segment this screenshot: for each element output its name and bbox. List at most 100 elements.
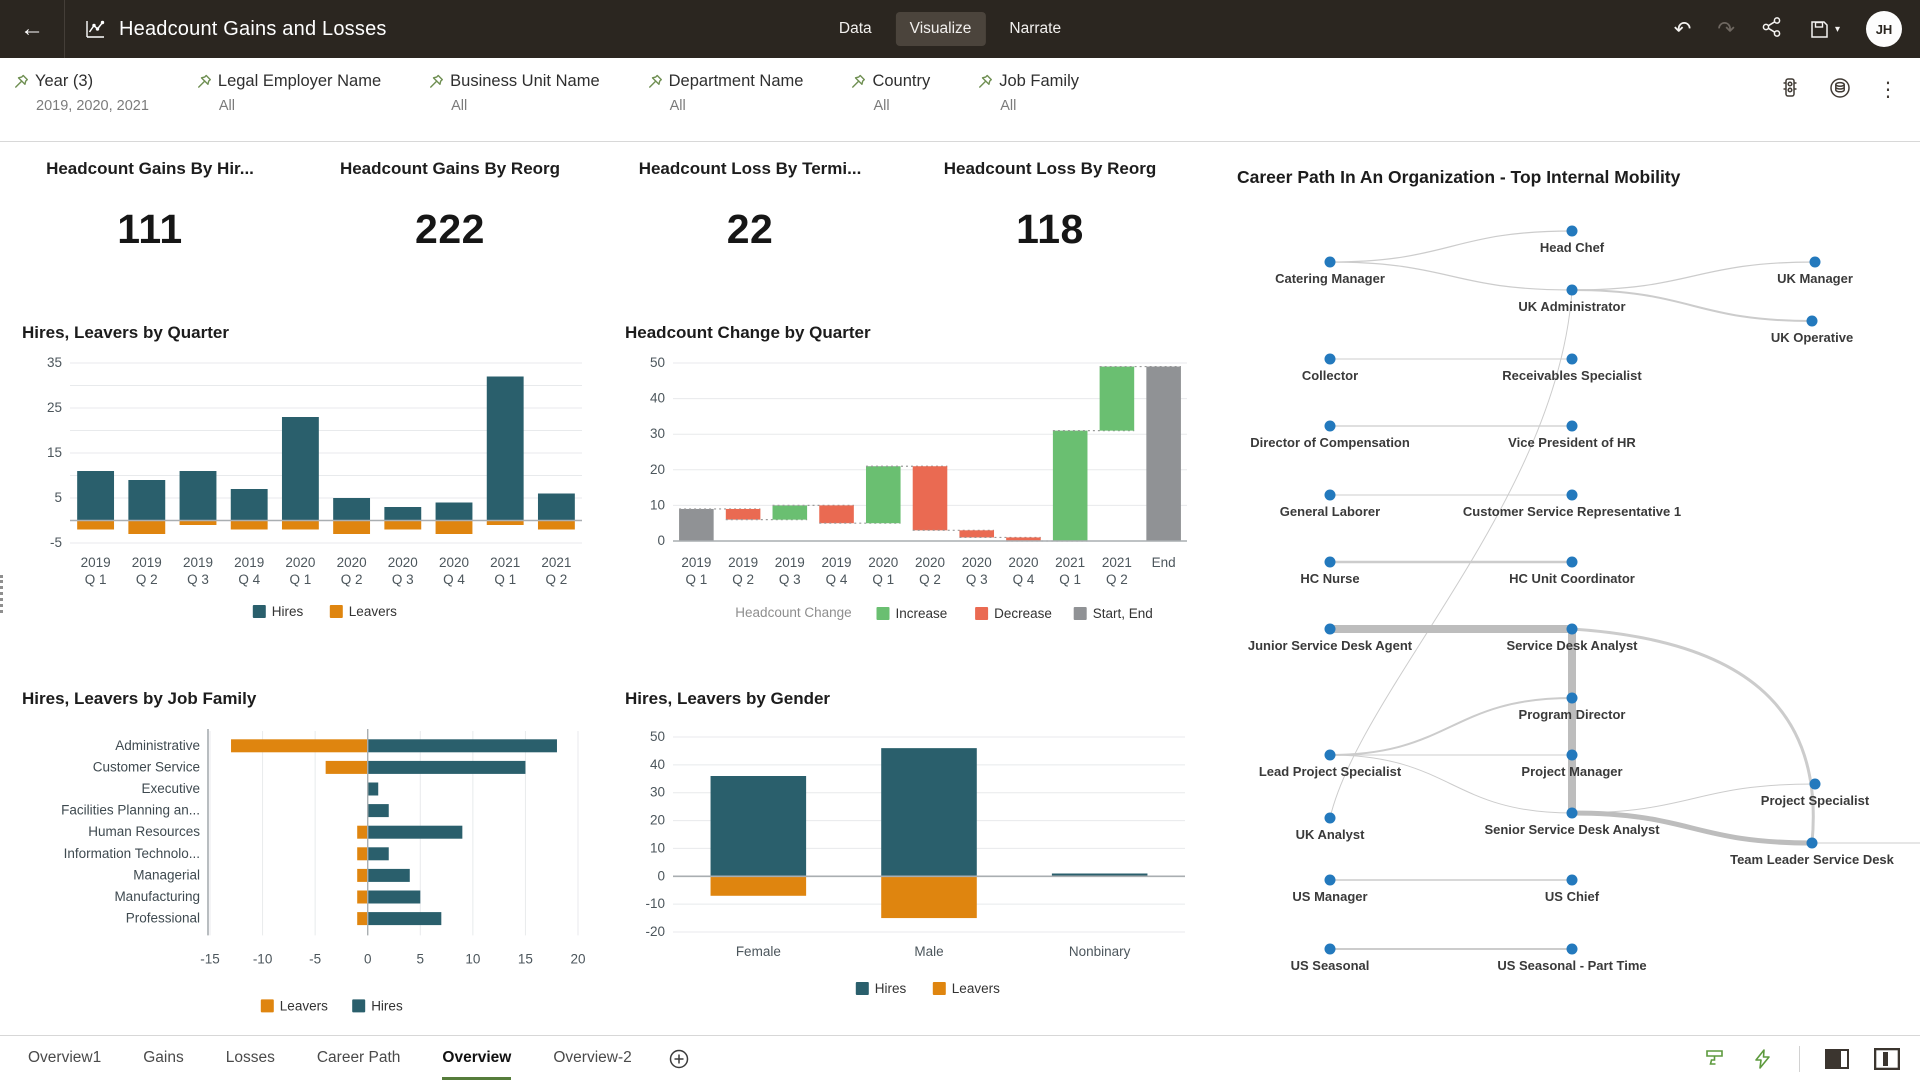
bar-leavers[interactable] [384,521,421,530]
bar-leavers[interactable] [282,521,319,530]
career-path-node[interactable] [1810,257,1821,268]
bar-hires[interactable] [538,494,575,521]
bar-hires[interactable] [368,761,526,774]
panel-layout-right-icon[interactable] [1824,1048,1850,1070]
career-path-node[interactable] [1567,285,1578,296]
bar-hires[interactable] [384,507,421,521]
career-path-node[interactable] [1567,750,1578,761]
filter-year-3-[interactable]: Year (3)2019, 2020, 2021 [14,72,149,114]
save-button[interactable]: ▾ [1809,19,1840,40]
career-path-node[interactable] [1567,944,1578,955]
legend-item[interactable]: Increase [877,606,948,621]
filter-legal-employer-name[interactable]: Legal Employer NameAll [197,72,381,114]
legend-item[interactable]: Leavers [261,998,328,1013]
redo-icon[interactable]: ↷ [1717,19,1735,40]
career-path-node[interactable] [1325,421,1336,432]
brush-refresh-icon[interactable] [1703,1047,1727,1071]
career-path-node[interactable] [1567,421,1578,432]
back-button[interactable]: ← [0,0,64,58]
career-path-node[interactable] [1810,779,1821,790]
waterfall-bar-increase[interactable] [773,505,808,519]
bar-leavers[interactable] [231,739,368,752]
legend-item[interactable]: Hires [253,604,304,619]
career-path-node[interactable] [1567,226,1578,237]
bar-hires[interactable] [487,377,524,521]
add-canvas-icon[interactable] [668,1036,690,1080]
career-path-node[interactable] [1567,808,1578,819]
waterfall-bar-increase[interactable] [1053,431,1088,541]
legend-item[interactable]: Hires [856,981,907,996]
kpi-tile[interactable]: Headcount Loss By Reorg118 [900,151,1200,253]
bar-leavers[interactable] [357,891,368,904]
career-path-node[interactable] [1807,316,1818,327]
bar-leavers[interactable] [77,521,114,530]
canvas-tab-overview[interactable]: Overview [442,1036,511,1080]
career-path-node[interactable] [1567,557,1578,568]
bar-leavers[interactable] [231,521,268,530]
mode-tab-visualize[interactable]: Visualize [896,12,986,46]
bar-leavers[interactable] [326,761,368,774]
bar-hires[interactable] [368,869,410,882]
bar-leavers[interactable] [436,521,473,535]
canvas-tab-overview-2[interactable]: Overview-2 [553,1036,631,1080]
career-path-node[interactable] [1567,490,1578,501]
career-path-node[interactable] [1325,813,1336,824]
bar-hires[interactable] [368,739,557,752]
career-path-node[interactable] [1325,875,1336,886]
canvas-tab-overview1[interactable]: Overview1 [28,1036,101,1080]
auto-apply-icon[interactable] [1751,1047,1775,1071]
panel-layout-split-icon[interactable] [1874,1048,1900,1070]
kpi-tile[interactable]: Headcount Gains By Reorg222 [300,151,600,253]
career-path-node[interactable] [1807,838,1818,849]
bar-hires[interactable] [282,417,319,521]
waterfall-bar-end[interactable] [1146,367,1181,541]
kpi-tile[interactable]: Headcount Gains By Hir...111 [0,151,300,253]
career-path-node[interactable] [1567,354,1578,365]
filter-department-name[interactable]: Department NameAll [648,72,804,114]
waterfall-bar-increase[interactable] [866,466,901,523]
bar-leavers[interactable] [538,521,575,530]
career-path-node[interactable] [1325,624,1336,635]
bar-leavers[interactable] [357,869,368,882]
career-path-node[interactable] [1325,944,1336,955]
legend-item[interactable]: Decrease [975,606,1052,621]
bar-leavers[interactable] [357,847,368,860]
career-path-node[interactable] [1325,257,1336,268]
waterfall-bar-start[interactable] [679,509,714,541]
career-path-node[interactable] [1325,490,1336,501]
bar-hires[interactable] [881,748,977,876]
bar-hires[interactable] [711,776,807,876]
filter-business-unit-name[interactable]: Business Unit NameAll [429,72,599,114]
canvas-tab-losses[interactable]: Losses [226,1036,275,1080]
bar-hires[interactable] [368,912,442,925]
bar-hires[interactable] [180,471,217,521]
bar-hires[interactable] [231,489,268,521]
undo-icon[interactable]: ↶ [1674,19,1692,40]
legend-item[interactable]: Start, End [1074,606,1153,621]
legend-item[interactable]: Leavers [933,981,1000,996]
bar-hires[interactable] [368,891,421,904]
filter-country[interactable]: CountryAll [851,72,930,114]
kebab-menu-icon[interactable]: ⋮ [1878,80,1898,100]
bar-hires[interactable] [368,783,379,796]
legend-item[interactable]: Leavers [330,604,397,619]
canvas-tab-gains[interactable]: Gains [143,1036,184,1080]
bar-leavers[interactable] [333,521,370,535]
career-path-node[interactable] [1567,693,1578,704]
panel-resize-handle[interactable] [0,575,3,613]
bar-hires[interactable] [77,471,114,521]
avatar[interactable]: JH [1866,11,1902,47]
bar-leavers[interactable] [357,826,368,839]
bar-leavers[interactable] [881,876,977,918]
share-icon[interactable] [1761,16,1783,42]
career-path-node[interactable] [1567,624,1578,635]
bar-hires[interactable] [368,847,389,860]
waterfall-bar-decrease[interactable] [819,505,854,523]
filter-job-family[interactable]: Job FamilyAll [978,72,1079,114]
career-path-edge[interactable] [1572,629,1813,843]
save-caret-icon[interactable]: ▾ [1835,24,1840,35]
bar-hires[interactable] [368,826,463,839]
data-settings-icon[interactable] [1828,76,1852,104]
career-path-node[interactable] [1325,354,1336,365]
bar-hires[interactable] [128,480,165,521]
